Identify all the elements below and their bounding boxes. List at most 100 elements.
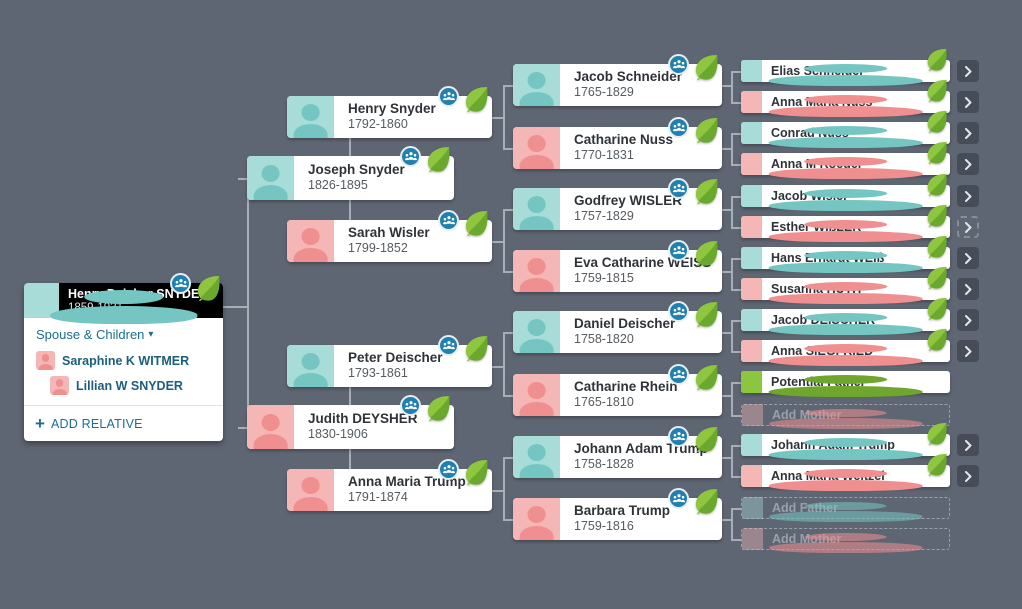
leaf-hint-icon[interactable] — [464, 458, 489, 485]
person-card[interactable]: Catharine Rhein 1765-1810 — [513, 364, 722, 416]
leaf-hint-icon[interactable] — [694, 363, 719, 390]
relative-list-item[interactable]: Lillian W SNYDER — [24, 373, 223, 398]
person-row[interactable]: Elias Schneider — [741, 48, 950, 82]
leaf-hint-icon[interactable] — [694, 53, 719, 80]
add-person-placeholder[interactable]: Add Mother — [741, 404, 950, 426]
person-card[interactable]: Sarah Wisler 1799-1852 — [287, 210, 492, 262]
family-group-icon[interactable] — [668, 488, 689, 509]
family-group-icon[interactable] — [438, 86, 459, 107]
expand-ancestors-button[interactable] — [957, 91, 979, 113]
person-card[interactable]: Peter Deischer 1793-1861 — [287, 335, 492, 387]
leaf-hint-icon[interactable] — [464, 334, 489, 361]
person-card[interactable]: Jacob Schneider 1765-1829 — [513, 54, 722, 106]
avatar — [513, 64, 560, 106]
leaf-hint-icon[interactable] — [926, 327, 948, 351]
add-person-placeholder[interactable]: Add Father — [741, 497, 950, 519]
focal-person-header[interactable]: Henry Deisher SNYDER 1859-1931 — [24, 273, 223, 318]
leaf-hint-icon[interactable] — [926, 296, 948, 320]
leaf-hint-icon[interactable] — [926, 234, 948, 258]
family-group-icon[interactable] — [400, 146, 421, 167]
family-group-icon[interactable] — [668, 240, 689, 261]
person-card[interactable]: Henry Snyder 1792-1860 — [287, 86, 492, 138]
person-row[interactable]: Jacob Wisler — [741, 173, 950, 207]
person-row[interactable]: Anna Maria Nuss — [741, 79, 950, 113]
person-row[interactable]: Anna M Roeder — [741, 141, 950, 175]
expand-ancestors-button[interactable] — [957, 465, 979, 487]
person-row[interactable]: Anna SIEGFRIED — [741, 328, 950, 362]
avatar — [247, 156, 294, 200]
person-row[interactable]: Jacob DEISCHER — [741, 297, 950, 331]
person-card[interactable]: Barbara Trump 1759-1816 — [513, 488, 722, 540]
relative-list-item[interactable]: Saraphine K WITMER — [24, 348, 223, 373]
family-group-icon[interactable] — [438, 210, 459, 231]
leaf-hint-icon[interactable] — [926, 421, 948, 445]
leaf-hint-icon[interactable] — [926, 140, 948, 164]
person-card[interactable]: Catharine Nuss 1770-1831 — [513, 117, 722, 169]
expand-ancestors-button[interactable] — [957, 185, 979, 207]
family-group-icon[interactable] — [438, 335, 459, 356]
avatar — [741, 91, 762, 113]
leaf-hint-icon[interactable] — [926, 172, 948, 196]
family-group-icon[interactable] — [668, 426, 689, 447]
family-tree-canvas[interactable]: Henry Snyder 1792-1860 Joseph Snyder 1826-1… — [0, 0, 1022, 609]
person-row[interactable]: Johann Adam Trump — [741, 422, 950, 456]
expand-ancestors-button[interactable] — [957, 153, 979, 175]
expand-ancestors-button[interactable] — [957, 122, 979, 144]
family-group-icon[interactable] — [438, 459, 459, 480]
add-relative-button[interactable]: + ADD RELATIVE — [24, 405, 223, 441]
person-row[interactable]: Susanna HUTH — [741, 266, 950, 300]
leaf-hint-icon[interactable] — [694, 425, 719, 452]
expand-ancestors-button[interactable] — [957, 309, 979, 331]
person-card[interactable]: Godfrey WISLER 1757-1829 — [513, 178, 722, 230]
leaf-hint-icon[interactable] — [694, 116, 719, 143]
spouse-children-toggle[interactable]: Spouse & Children ▾ — [24, 327, 223, 348]
family-group-icon[interactable] — [170, 273, 191, 294]
person-card[interactable]: Daniel Deischer 1758-1820 — [513, 301, 722, 353]
leaf-hint-icon[interactable] — [694, 239, 719, 266]
person-card[interactable]: Joseph Snyder 1826-1895 — [247, 146, 454, 200]
leaf-hint-icon[interactable] — [196, 274, 221, 301]
person-row[interactable]: Potential Father — [741, 371, 950, 393]
expand-ancestors-button[interactable] — [957, 278, 979, 300]
leaf-hint-icon[interactable] — [426, 394, 451, 421]
person-name: Joseph Snyder — [308, 161, 405, 177]
leaf-hint-icon[interactable] — [926, 47, 948, 71]
family-group-icon[interactable] — [668, 364, 689, 385]
leaf-hint-icon[interactable] — [926, 203, 948, 227]
family-group-icon[interactable] — [668, 301, 689, 322]
connector-line — [722, 209, 731, 211]
expand-ancestors-button[interactable] — [957, 340, 979, 362]
person-row[interactable]: Esther WIßLER — [741, 204, 950, 238]
expand-ancestors-button[interactable] — [957, 60, 979, 82]
leaf-hint-icon[interactable] — [694, 487, 719, 514]
leaf-hint-icon[interactable] — [464, 209, 489, 236]
leaf-hint-icon[interactable] — [926, 78, 948, 102]
person-card[interactable]: Eva Catharine WEISS 1759-1815 — [513, 240, 722, 292]
expand-ancestors-button[interactable] — [957, 247, 979, 269]
expand-ancestors-button[interactable] — [957, 434, 979, 456]
leaf-hint-icon[interactable] — [926, 265, 948, 289]
focal-person-card[interactable]: Henry Deisher SNYDER 1859-1931 Spouse & … — [24, 273, 223, 441]
family-group-icon[interactable] — [400, 395, 421, 416]
avatar — [247, 405, 294, 449]
person-row[interactable]: Anna Maria Weitzel — [741, 453, 950, 487]
person-card[interactable]: Johann Adam Trump 1758-1828 — [513, 426, 722, 478]
expand-ancestors-button[interactable] — [957, 216, 979, 238]
person-card[interactable]: Anna Maria Trump 1791-1874 — [287, 459, 492, 511]
person-row[interactable]: Hans Erhardt WEIß — [741, 235, 950, 269]
leaf-hint-icon[interactable] — [694, 300, 719, 327]
leaf-hint-icon[interactable] — [926, 109, 948, 133]
leaf-hint-icon[interactable] — [426, 145, 451, 172]
leaf-hint-icon[interactable] — [926, 452, 948, 476]
add-person-placeholder[interactable]: Add Mother — [741, 528, 950, 550]
connector-line — [722, 332, 731, 334]
person-card[interactable]: Judith DEYSHER 1830-1906 — [247, 395, 454, 449]
leaf-hint-icon[interactable] — [694, 177, 719, 204]
family-group-icon[interactable] — [668, 178, 689, 199]
person-row[interactable]: Conrad Nuss — [741, 110, 950, 144]
leaf-hint-icon[interactable] — [464, 85, 489, 112]
family-group-icon[interactable] — [668, 54, 689, 75]
family-group-icon[interactable] — [668, 117, 689, 138]
connector-line — [731, 539, 741, 541]
connector-line — [731, 196, 741, 198]
